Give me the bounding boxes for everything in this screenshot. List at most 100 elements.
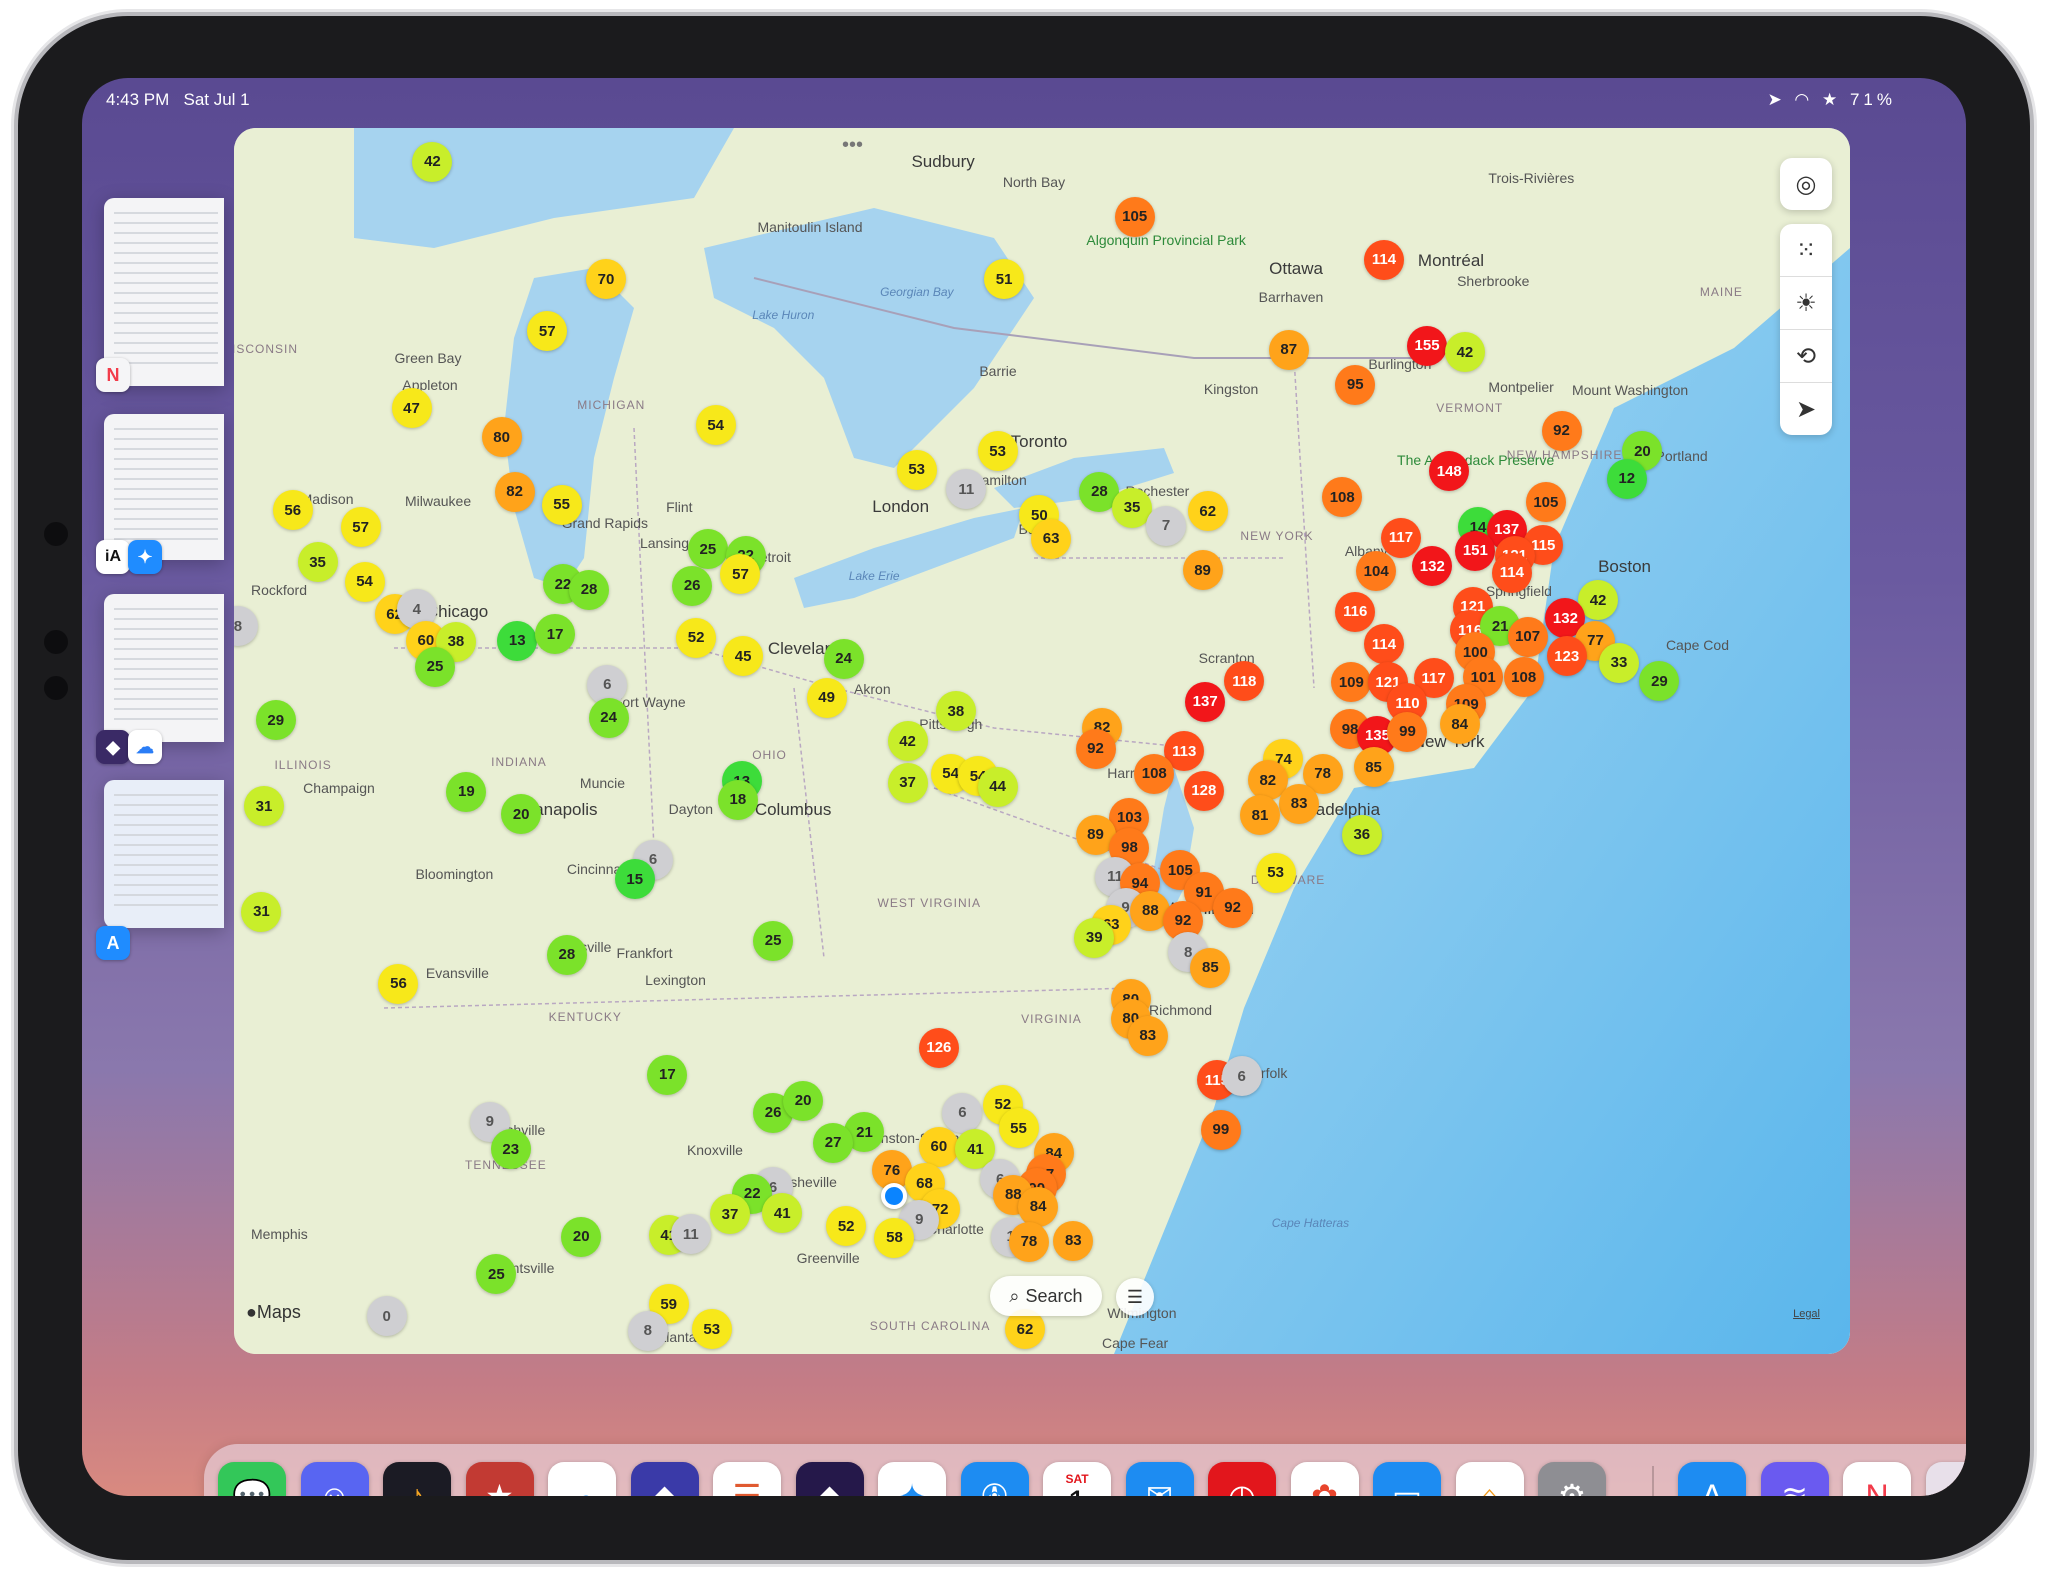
- aqi-marker[interactable]: 108: [1503, 657, 1544, 698]
- aqi-marker[interactable]: 126: [918, 1027, 959, 1068]
- aqi-marker[interactable]: 55: [998, 1108, 1039, 1149]
- aqi-marker[interactable]: 83: [1053, 1220, 1094, 1261]
- aqi-marker[interactable]: 29: [255, 700, 296, 741]
- map-mode-icon[interactable]: ◎: [1780, 158, 1832, 210]
- aqi-marker[interactable]: 148: [1429, 451, 1470, 492]
- aqi-marker[interactable]: 56: [378, 963, 419, 1004]
- music-app-icon[interactable]: ♪: [383, 1462, 451, 1496]
- aqi-marker[interactable]: 53: [977, 431, 1018, 472]
- aqi-marker[interactable]: 63: [1031, 518, 1072, 559]
- aqi-marker[interactable]: 82: [494, 471, 535, 512]
- aqi-marker[interactable]: 6: [1221, 1056, 1262, 1097]
- aqi-marker[interactable]: 89: [1182, 550, 1223, 591]
- home-icon[interactable]: ⌂: [1455, 1462, 1524, 1496]
- reminders-icon[interactable]: ☰: [713, 1462, 781, 1496]
- aqi-marker[interactable]: 116: [1335, 591, 1376, 632]
- aqi-marker[interactable]: 151: [1455, 530, 1496, 571]
- aqi-marker[interactable]: 20: [561, 1216, 602, 1257]
- maps-window[interactable]: Sudbury North Bay Algonquin Provincial Par…: [234, 128, 1850, 1354]
- mercury-weather-icon[interactable]: ≋: [1760, 1462, 1829, 1496]
- aqi-marker[interactable]: 27: [813, 1122, 854, 1163]
- aqi-marker[interactable]: 38: [935, 691, 976, 731]
- aqi-marker[interactable]: 92: [1541, 410, 1582, 451]
- aqi-marker[interactable]: 99: [1200, 1109, 1241, 1150]
- aqi-marker[interactable]: 35: [297, 542, 338, 583]
- app-store-icon[interactable]: A: [1678, 1462, 1746, 1496]
- aqi-marker[interactable]: 31: [244, 786, 285, 827]
- aqi-marker[interactable]: 114: [1363, 239, 1404, 280]
- aqi-marker[interactable]: 114: [1491, 552, 1532, 593]
- aqi-marker[interactable]: 85: [1353, 747, 1394, 788]
- aqi-marker[interactable]: 92: [1212, 887, 1253, 928]
- stage-window-app-store[interactable]: [104, 780, 224, 928]
- photos-icon[interactable]: ✿: [1290, 1462, 1359, 1496]
- messages-icon[interactable]: 💬: [218, 1462, 286, 1496]
- news-reader-icon[interactable]: ★: [465, 1462, 534, 1496]
- files-icon[interactable]: ▭: [1373, 1462, 1441, 1496]
- aqi-marker[interactable]: 24: [823, 638, 864, 679]
- aqi-marker[interactable]: 54: [344, 561, 385, 602]
- search-button[interactable]: ⌕ Search: [990, 1276, 1102, 1316]
- calendar-icon[interactable]: SAT1: [1043, 1462, 1111, 1496]
- aqi-marker[interactable]: 42: [1444, 332, 1485, 373]
- aqi-marker[interactable]: 33: [1598, 642, 1639, 683]
- aqi-marker[interactable]: 12: [1606, 458, 1647, 499]
- aqi-marker[interactable]: 24: [588, 697, 629, 738]
- timery-icon[interactable]: ◷: [1208, 1462, 1276, 1496]
- aqi-marker[interactable]: 31: [241, 891, 282, 932]
- aqi-marker[interactable]: 25: [415, 646, 456, 687]
- aqi-marker[interactable]: 107: [1507, 616, 1548, 657]
- safari-icon[interactable]: ✦: [878, 1462, 946, 1496]
- aqi-marker[interactable]: 53: [1255, 852, 1296, 893]
- aqi-marker[interactable]: 7: [1146, 505, 1186, 546]
- aqi-marker[interactable]: 87: [1268, 329, 1309, 370]
- settings-icon[interactable]: ⚙: [1538, 1462, 1606, 1496]
- aqi-marker[interactable]: 39: [1074, 917, 1115, 958]
- aqi-marker[interactable]: 55: [541, 484, 582, 525]
- aqi-marker[interactable]: 20: [783, 1080, 824, 1121]
- window-handle[interactable]: •••: [842, 134, 863, 157]
- aqi-marker[interactable]: 60: [918, 1126, 959, 1167]
- app-library-icon[interactable]: ▦: [1925, 1462, 1966, 1496]
- aqi-marker[interactable]: 56: [272, 490, 313, 531]
- shortcuts-icon[interactable]: ◆: [630, 1462, 699, 1496]
- aqi-marker[interactable]: 54: [695, 405, 736, 446]
- aqi-marker[interactable]: 78: [1008, 1221, 1049, 1262]
- aqi-marker[interactable]: 42: [887, 721, 928, 761]
- aqi-marker[interactable]: 19: [446, 771, 487, 812]
- location-arrow-icon[interactable]: ➤: [1780, 383, 1832, 435]
- aqi-marker[interactable]: 137: [1185, 681, 1226, 722]
- aqi-marker[interactable]: 92: [1075, 728, 1116, 769]
- aqi-marker[interactable]: 52: [676, 617, 717, 658]
- list-button[interactable]: ☰: [1116, 1278, 1154, 1316]
- aqi-marker[interactable]: 47: [391, 388, 432, 429]
- aqi-marker[interactable]: 155: [1407, 325, 1448, 366]
- testflight-icon[interactable]: ✇: [960, 1462, 1029, 1496]
- brightness-icon[interactable]: ☀: [1780, 277, 1832, 330]
- aqi-marker[interactable]: 18: [717, 779, 758, 820]
- mail-icon[interactable]: ✉: [1125, 1462, 1194, 1496]
- aqi-marker[interactable]: 53: [896, 449, 937, 490]
- aqi-marker[interactable]: 17: [535, 614, 576, 655]
- aqi-marker[interactable]: 95: [1335, 364, 1376, 405]
- aqi-marker[interactable]: 84: [1439, 704, 1480, 745]
- aqi-marker[interactable]: 28: [546, 934, 587, 975]
- aqi-marker[interactable]: 8: [627, 1310, 668, 1351]
- aqi-marker[interactable]: 36: [1341, 814, 1382, 855]
- aqi-marker[interactable]: 62: [1187, 491, 1228, 532]
- aqi-marker[interactable]: 26: [672, 565, 713, 606]
- aqi-marker[interactable]: 44: [977, 766, 1018, 807]
- aqi-marker[interactable]: 123: [1546, 636, 1587, 677]
- aqi-marker[interactable]: 57: [340, 507, 381, 548]
- obsidian-icon[interactable]: ◆: [795, 1462, 864, 1496]
- legal-link[interactable]: Legal: [1793, 1308, 1820, 1320]
- aqi-marker[interactable]: 23: [490, 1129, 531, 1170]
- icloud-drive-icon[interactable]: ☁: [548, 1462, 616, 1496]
- aqi-marker[interactable]: 11: [670, 1214, 711, 1254]
- discord-icon[interactable]: ☺: [300, 1462, 369, 1496]
- aqi-marker[interactable]: 83: [1127, 1015, 1168, 1056]
- stage-window-ia-writer[interactable]: [104, 414, 224, 560]
- aqi-marker[interactable]: 15: [614, 859, 655, 900]
- aqi-marker[interactable]: 105: [1114, 196, 1155, 237]
- aqi-marker[interactable]: 20: [501, 794, 542, 835]
